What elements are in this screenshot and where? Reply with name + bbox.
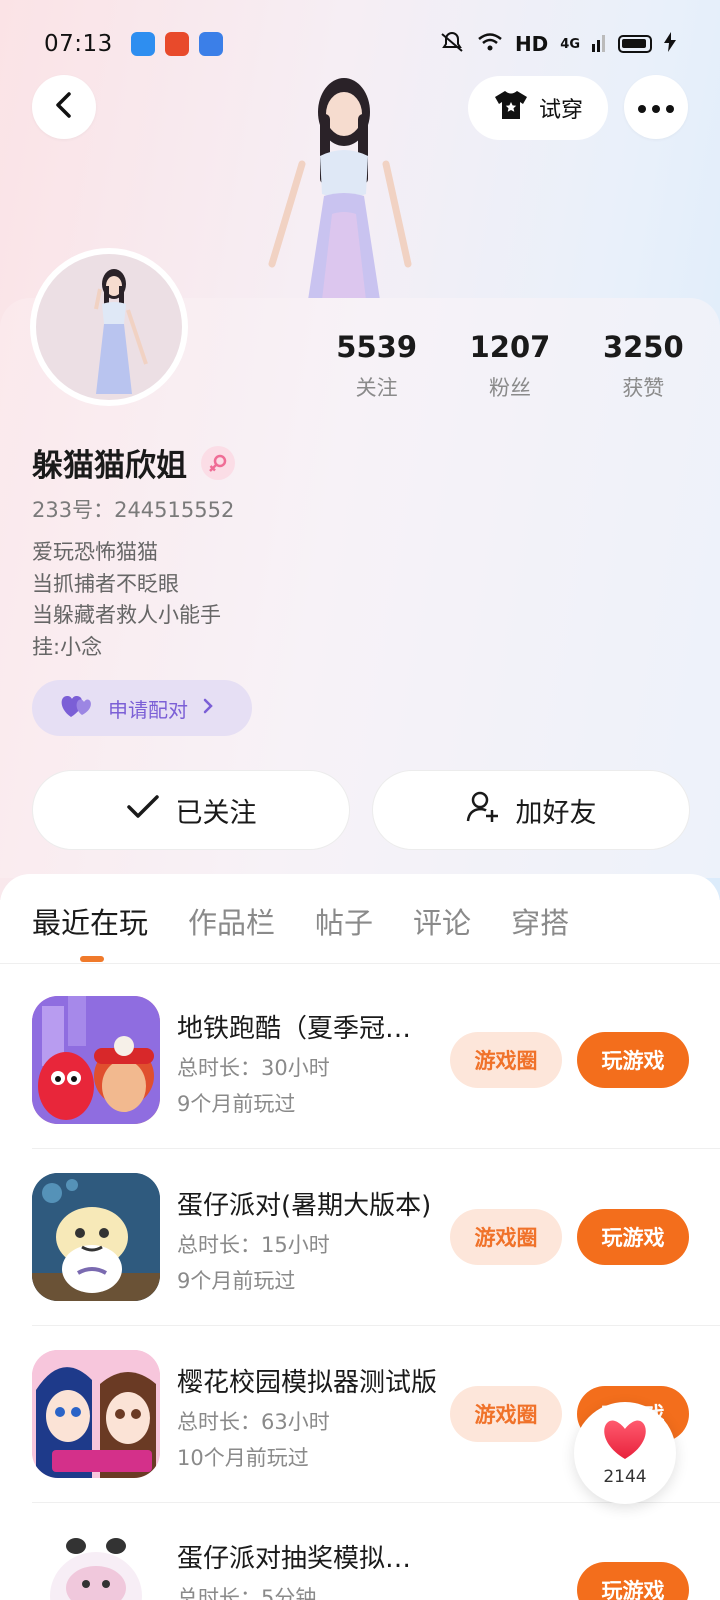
add-friend-button[interactable]: 加好友 bbox=[372, 770, 690, 850]
tab-posts[interactable]: 帖子 bbox=[315, 900, 373, 942]
game-circle-button[interactable]: 游戏圈 bbox=[450, 1032, 562, 1088]
pair-label: 申请配对 bbox=[108, 697, 188, 722]
network-label: HD bbox=[514, 32, 549, 56]
game-title: 樱花校园模拟器测试版 bbox=[177, 1368, 437, 1398]
heart-icon bbox=[601, 1419, 649, 1465]
game-list-item[interactable]: 蛋仔派对抽奖模拟器2.0 总时长：5分钟 玩游戏 bbox=[32, 1526, 720, 1600]
game-list-item[interactable]: 蛋仔派对(暑期大版本) 总时长：15小时 9个月前玩过 游戏圈 玩游戏 bbox=[32, 1173, 720, 1301]
game-title: 地铁跑酷（夏季冠军版） bbox=[177, 1014, 437, 1044]
stat-label: 获赞 bbox=[622, 376, 665, 400]
tab-outfits[interactable]: 穿搭 bbox=[511, 900, 569, 942]
bio-line: 当躲藏者救人小能手 bbox=[32, 603, 221, 627]
tab-divider bbox=[0, 963, 720, 964]
signal-icon bbox=[592, 32, 606, 57]
try-on-button[interactable]: 试穿 bbox=[468, 76, 608, 140]
game-last-played: 9个月前玩过 bbox=[177, 1092, 296, 1116]
avatar[interactable] bbox=[30, 248, 188, 406]
add-user-icon bbox=[466, 790, 500, 831]
play-game-button[interactable]: 玩游戏 bbox=[577, 1032, 689, 1088]
bio-line: 挂:小念 bbox=[32, 634, 103, 659]
game-duration: 总时长：30小时 bbox=[177, 1056, 330, 1080]
back-button[interactable] bbox=[32, 75, 96, 139]
status-time: 07:13 bbox=[44, 31, 113, 57]
stat-label: 粉丝 bbox=[488, 376, 531, 400]
game-title: 蛋仔派对抽奖模拟器2.0 bbox=[177, 1544, 437, 1574]
game-title: 蛋仔派对(暑期大版本) bbox=[177, 1191, 432, 1221]
bio-line: 爱玩恐怖猫猫 bbox=[32, 540, 158, 564]
more-button[interactable] bbox=[624, 75, 688, 139]
app-notification-icon bbox=[198, 32, 223, 56]
game-circle-button[interactable]: 游戏圈 bbox=[450, 1209, 562, 1265]
chevron-left-icon bbox=[53, 91, 75, 123]
username-row: 躲猫猫欣姐 bbox=[32, 440, 235, 485]
tab-comments[interactable]: 评论 bbox=[413, 900, 471, 942]
add-friend-label: 加好友 bbox=[515, 797, 597, 829]
game-list-item[interactable]: 地铁跑酷（夏季冠军版） 总时长：30小时 9个月前玩过 游戏圈 玩游戏 bbox=[32, 996, 720, 1124]
more-horizontal-icon bbox=[638, 98, 674, 117]
game-last-played: 10个月前玩过 bbox=[177, 1446, 309, 1470]
game-duration: 总时长：63小时 bbox=[177, 1410, 330, 1434]
stat-followers[interactable]: 1207 粉丝 bbox=[443, 330, 576, 402]
mute-icon bbox=[439, 31, 465, 58]
user-id: 233号：244515552 bbox=[32, 498, 235, 522]
stat-label: 关注 bbox=[355, 376, 398, 400]
checkmark-icon bbox=[126, 794, 160, 827]
play-game-button[interactable]: 玩游戏 bbox=[577, 1562, 689, 1600]
signal-label: 4G bbox=[560, 36, 580, 52]
battery-icon bbox=[618, 35, 652, 53]
stat-value: 3250 bbox=[602, 330, 684, 364]
following-label: 已关注 bbox=[175, 797, 257, 829]
bio-line: 当抓捕者不眨眼 bbox=[32, 571, 179, 596]
wifi-icon bbox=[477, 32, 503, 57]
stat-value: 5539 bbox=[336, 330, 418, 364]
female-icon bbox=[201, 445, 235, 480]
game-last-played: 9个月前玩过 bbox=[177, 1269, 296, 1293]
username: 躲猫猫欣姐 bbox=[32, 448, 187, 484]
try-on-label: 试穿 bbox=[538, 98, 583, 123]
profile-tabs: 最近在玩 作品栏 帖子 评论 穿搭 bbox=[32, 900, 569, 942]
tab-recently-played[interactable]: 最近在玩 bbox=[32, 900, 148, 942]
hearts-icon bbox=[60, 693, 94, 724]
tab-works[interactable]: 作品栏 bbox=[188, 900, 275, 942]
active-tab-indicator bbox=[80, 956, 104, 962]
game-circle-button[interactable]: 游戏圈 bbox=[450, 1386, 562, 1442]
play-game-button[interactable]: 玩游戏 bbox=[577, 1209, 689, 1265]
chevron-right-icon bbox=[202, 696, 214, 720]
game-icon-sakura-school[interactable] bbox=[32, 1350, 160, 1478]
following-button[interactable]: 已关注 bbox=[32, 770, 350, 850]
game-icon-subway-surfers[interactable] bbox=[32, 996, 160, 1124]
app-notification-icon bbox=[164, 32, 189, 56]
request-pair-button[interactable]: 申请配对 bbox=[32, 680, 252, 736]
game-icon-eggy-lottery[interactable] bbox=[32, 1526, 160, 1600]
stat-following[interactable]: 5539 关注 bbox=[310, 330, 443, 402]
game-duration: 总时长：5分钟 bbox=[177, 1586, 317, 1600]
like-count: 2144 bbox=[603, 1467, 647, 1487]
like-button[interactable]: 2144 bbox=[574, 1402, 676, 1504]
app-notification-icon bbox=[130, 32, 155, 56]
status-indicators: HD 4G bbox=[439, 31, 676, 58]
status-app-icons bbox=[130, 32, 223, 56]
list-divider bbox=[32, 1325, 720, 1326]
list-divider bbox=[32, 1148, 720, 1149]
profile-stats: 5539 关注 1207 粉丝 3250 获赞 bbox=[310, 330, 710, 402]
stat-likes[interactable]: 3250 获赞 bbox=[577, 330, 710, 402]
game-duration: 总时长：15小时 bbox=[177, 1233, 330, 1257]
tshirt-icon bbox=[493, 89, 529, 127]
stat-value: 1207 bbox=[469, 330, 551, 364]
game-icon-eggy-party[interactable] bbox=[32, 1173, 160, 1301]
charging-icon bbox=[664, 31, 676, 57]
avatar-image bbox=[36, 254, 182, 400]
character-avatar-3d[interactable] bbox=[262, 64, 422, 300]
bio: 爱玩恐怖猫猫 当抓捕者不眨眼 当躲藏者救人小能手 挂:小念 bbox=[32, 537, 221, 663]
